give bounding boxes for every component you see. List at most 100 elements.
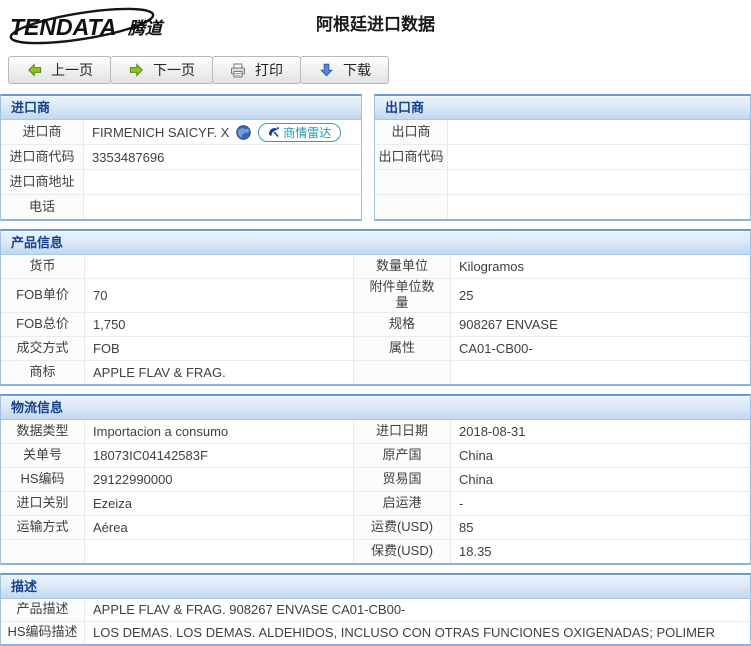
field-value: 1,750 — [85, 313, 354, 336]
field-value: 3353487696 — [84, 145, 361, 169]
table-row: 商标 APPLE FLAV & FRAG. — [1, 361, 750, 384]
exporter-panel: 出口商 出口商 出口商代码 — [374, 94, 751, 221]
field-value — [85, 540, 354, 563]
field-value — [448, 145, 750, 169]
field-value: FOB — [85, 337, 354, 360]
print-button[interactable]: 打印 — [212, 56, 301, 84]
field-label: 原产国 — [354, 444, 451, 467]
download-button[interactable]: 下载 — [300, 56, 389, 84]
prev-page-label: 上一页 — [51, 60, 93, 80]
table-row: 出口商 — [375, 120, 750, 145]
product-panel: 产品信息 货币 数量单位 Kilogramos FOB单价 70 附件单位数量 … — [0, 229, 751, 386]
field-label: HS编码 — [1, 468, 85, 491]
table-row — [375, 195, 750, 219]
table-row: 数据类型 Importacion a consumo 进口日期 2018-08-… — [1, 420, 750, 444]
table-row: 进口商 FIRMENICH SAICYF. X 商情雷达 — [1, 120, 361, 145]
importer-panel: 进口商 进口商 FIRMENICH SAICYF. X — [0, 94, 362, 221]
field-value: 85 — [451, 516, 750, 539]
field-value: China — [451, 468, 750, 491]
field-label: 商标 — [1, 361, 85, 384]
arrow-right-icon — [128, 62, 144, 78]
field-value — [448, 120, 750, 144]
field-label: 出口商代码 — [375, 145, 448, 169]
field-value — [84, 195, 361, 219]
field-value: - — [451, 492, 750, 515]
business-radar-label: 商情雷达 — [283, 124, 331, 141]
importer-section-title: 进口商 — [1, 96, 361, 120]
field-value: APPLE FLAV & FRAG. — [85, 361, 354, 384]
field-value: 908267 ENVASE — [451, 313, 750, 336]
field-label: 规格 — [354, 313, 451, 336]
download-label: 下载 — [343, 60, 371, 80]
table-row: 关单号 18073IC04142583F 原产国 China — [1, 444, 750, 468]
field-label: 出口商 — [375, 120, 448, 144]
field-label: 属性 — [354, 337, 451, 360]
table-row: 运输方式 Aérea 运费(USD) 85 — [1, 516, 750, 540]
field-value: 29122990000 — [85, 468, 354, 491]
field-value: 70 — [85, 279, 354, 312]
field-label — [1, 540, 85, 563]
field-label: 保费(USD) — [354, 540, 451, 563]
field-label: 进口商地址 — [1, 170, 84, 194]
table-row: HS编码 29122990000 贸易国 China — [1, 468, 750, 492]
field-label — [375, 170, 448, 194]
field-value — [451, 361, 750, 384]
next-page-button[interactable]: 下一页 — [110, 56, 213, 84]
field-value: 25 — [451, 279, 750, 312]
field-label: HS编码描述 — [1, 622, 85, 644]
print-label: 打印 — [255, 60, 283, 80]
field-label: 运输方式 — [1, 516, 85, 539]
field-value: 18.35 — [451, 540, 750, 563]
page-title: 阿根廷进口数据 — [0, 10, 751, 35]
field-value — [448, 195, 750, 219]
field-label: 进口商代码 — [1, 145, 84, 169]
field-value — [448, 170, 750, 194]
field-value: 2018-08-31 — [451, 420, 750, 443]
field-value: Kilogramos — [451, 255, 750, 278]
page-header: TENDATA 腾道 阿根廷进口数据 — [0, 0, 751, 54]
field-label: 成交方式 — [1, 337, 85, 360]
table-row: 成交方式 FOB 属性 CA01-CB00- — [1, 337, 750, 361]
field-label: 进口日期 — [354, 420, 451, 443]
field-value: 18073IC04142583F — [85, 444, 354, 467]
field-label: 贸易国 — [354, 468, 451, 491]
field-label: 数据类型 — [1, 420, 85, 443]
importer-name: FIRMENICH SAICYF. X — [92, 125, 229, 140]
exporter-section-title: 出口商 — [375, 96, 750, 120]
field-label — [375, 195, 448, 219]
field-label: 数量单位 — [354, 255, 451, 278]
satellite-dish-icon — [268, 126, 280, 138]
table-row: HS编码描述 LOS DEMAS. LOS DEMAS. ALDEHIDOS, … — [1, 622, 750, 644]
table-row: 电话 — [1, 195, 361, 219]
table-row: 产品描述 APPLE FLAV & FRAG. 908267 ENVASE CA… — [1, 599, 750, 622]
field-value: Importacion a consumo — [85, 420, 354, 443]
table-row: 进口关别 Ezeiza 启运港 - — [1, 492, 750, 516]
field-label: FOB总价 — [1, 313, 85, 336]
field-value: CA01-CB00- — [451, 337, 750, 360]
product-section-title: 产品信息 — [1, 231, 750, 255]
table-row: 进口商地址 — [1, 170, 361, 195]
table-row: 进口商代码 3353487696 — [1, 145, 361, 170]
field-label: 启运港 — [354, 492, 451, 515]
prev-page-button[interactable]: 上一页 — [8, 56, 111, 84]
field-value: China — [451, 444, 750, 467]
arrow-left-icon — [26, 62, 42, 78]
hs-code-description-value: LOS DEMAS. LOS DEMAS. ALDEHIDOS, INCLUSO… — [85, 622, 750, 644]
field-label: 进口关别 — [1, 492, 85, 515]
field-value: Ezeiza — [85, 492, 354, 515]
field-label — [354, 361, 451, 384]
table-row: FOB单价 70 附件单位数量 25 — [1, 279, 750, 313]
globe-icon[interactable] — [236, 125, 251, 140]
field-value — [84, 170, 361, 194]
field-label: 货币 — [1, 255, 85, 278]
table-row — [375, 170, 750, 195]
business-radar-badge[interactable]: 商情雷达 — [258, 123, 341, 142]
table-row: 保费(USD) 18.35 — [1, 540, 750, 563]
field-label: FOB单价 — [1, 279, 85, 312]
arrow-down-icon — [318, 62, 334, 78]
field-label: 电话 — [1, 195, 84, 219]
description-panel: 描述 产品描述 APPLE FLAV & FRAG. 908267 ENVASE… — [0, 573, 751, 646]
field-label: 进口商 — [1, 120, 84, 144]
field-value: Aérea — [85, 516, 354, 539]
product-description-value: APPLE FLAV & FRAG. 908267 ENVASE CA01-CB… — [85, 599, 750, 621]
